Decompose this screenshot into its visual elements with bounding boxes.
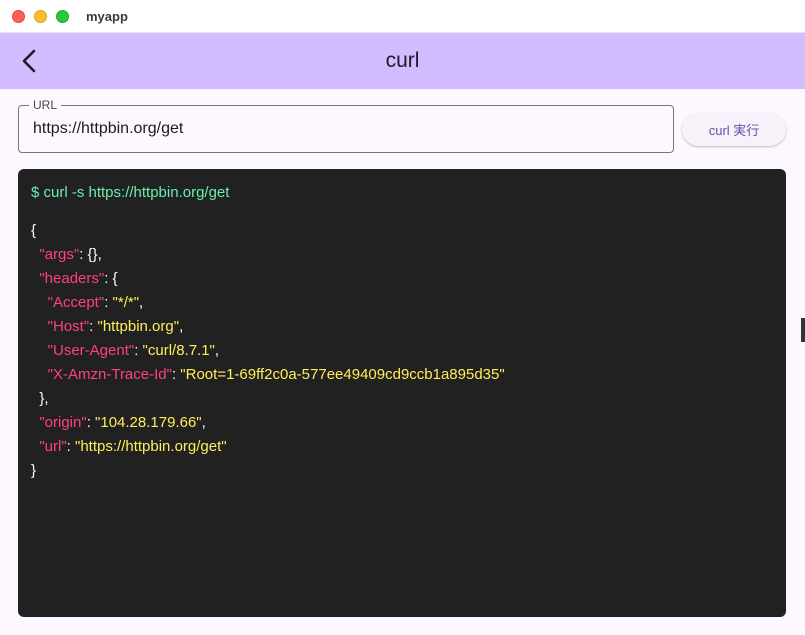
json-value-accept: "*/*"	[112, 294, 140, 311]
json-key-host: "Host"	[47, 318, 90, 335]
json-brace-open: {	[31, 222, 37, 239]
url-field[interactable]: URL	[18, 98, 674, 153]
json-key-trace-id: "X-Amzn-Trace-Id"	[47, 366, 172, 383]
url-field-label: URL	[29, 98, 62, 112]
app-window: myapp curl URL curl 実行 $ curl -s https:/…	[0, 0, 805, 635]
json-key-headers: "headers"	[39, 270, 105, 287]
background-window-edge	[801, 318, 805, 342]
curl-run-button[interactable]: curl 実行	[682, 113, 786, 146]
json-output: { "args": {}, "headers": { "Accept": "*/…	[31, 222, 505, 479]
json-headers-open: {	[112, 270, 118, 287]
page-title: curl	[385, 49, 420, 72]
json-value-trace-id: "Root=1-69ff2c0a-577ee49409cd9ccb1a895d3…	[180, 366, 505, 383]
json-brace-close: }	[31, 462, 37, 479]
json-key-origin: "origin"	[39, 414, 87, 431]
json-headers-close: },	[39, 390, 49, 407]
url-input[interactable]	[33, 117, 653, 141]
minimize-window-button[interactable]	[34, 10, 47, 23]
json-value-origin: "104.28.179.66"	[95, 414, 202, 431]
json-key-url: "url"	[39, 438, 67, 455]
json-value-url: "https://httpbin.org/get"	[75, 438, 227, 455]
window-titlebar: myapp	[0, 0, 805, 33]
json-value-host: "httpbin.org"	[97, 318, 180, 335]
json-value-args: {}	[87, 246, 98, 263]
maximize-window-button[interactable]	[56, 10, 69, 23]
terminal-output: $ curl -s https://httpbin.org/get { "arg…	[18, 169, 786, 617]
json-value-user-agent: "curl/8.7.1"	[142, 342, 215, 359]
json-key-args: "args"	[39, 246, 80, 263]
json-key-user-agent: "User-Agent"	[47, 342, 135, 359]
close-window-button[interactable]	[12, 10, 25, 23]
app-bar: curl	[0, 33, 805, 89]
json-key-accept: "Accept"	[47, 294, 105, 311]
window-title: myapp	[86, 9, 128, 24]
command-line: $ curl -s https://httpbin.org/get	[31, 184, 230, 201]
